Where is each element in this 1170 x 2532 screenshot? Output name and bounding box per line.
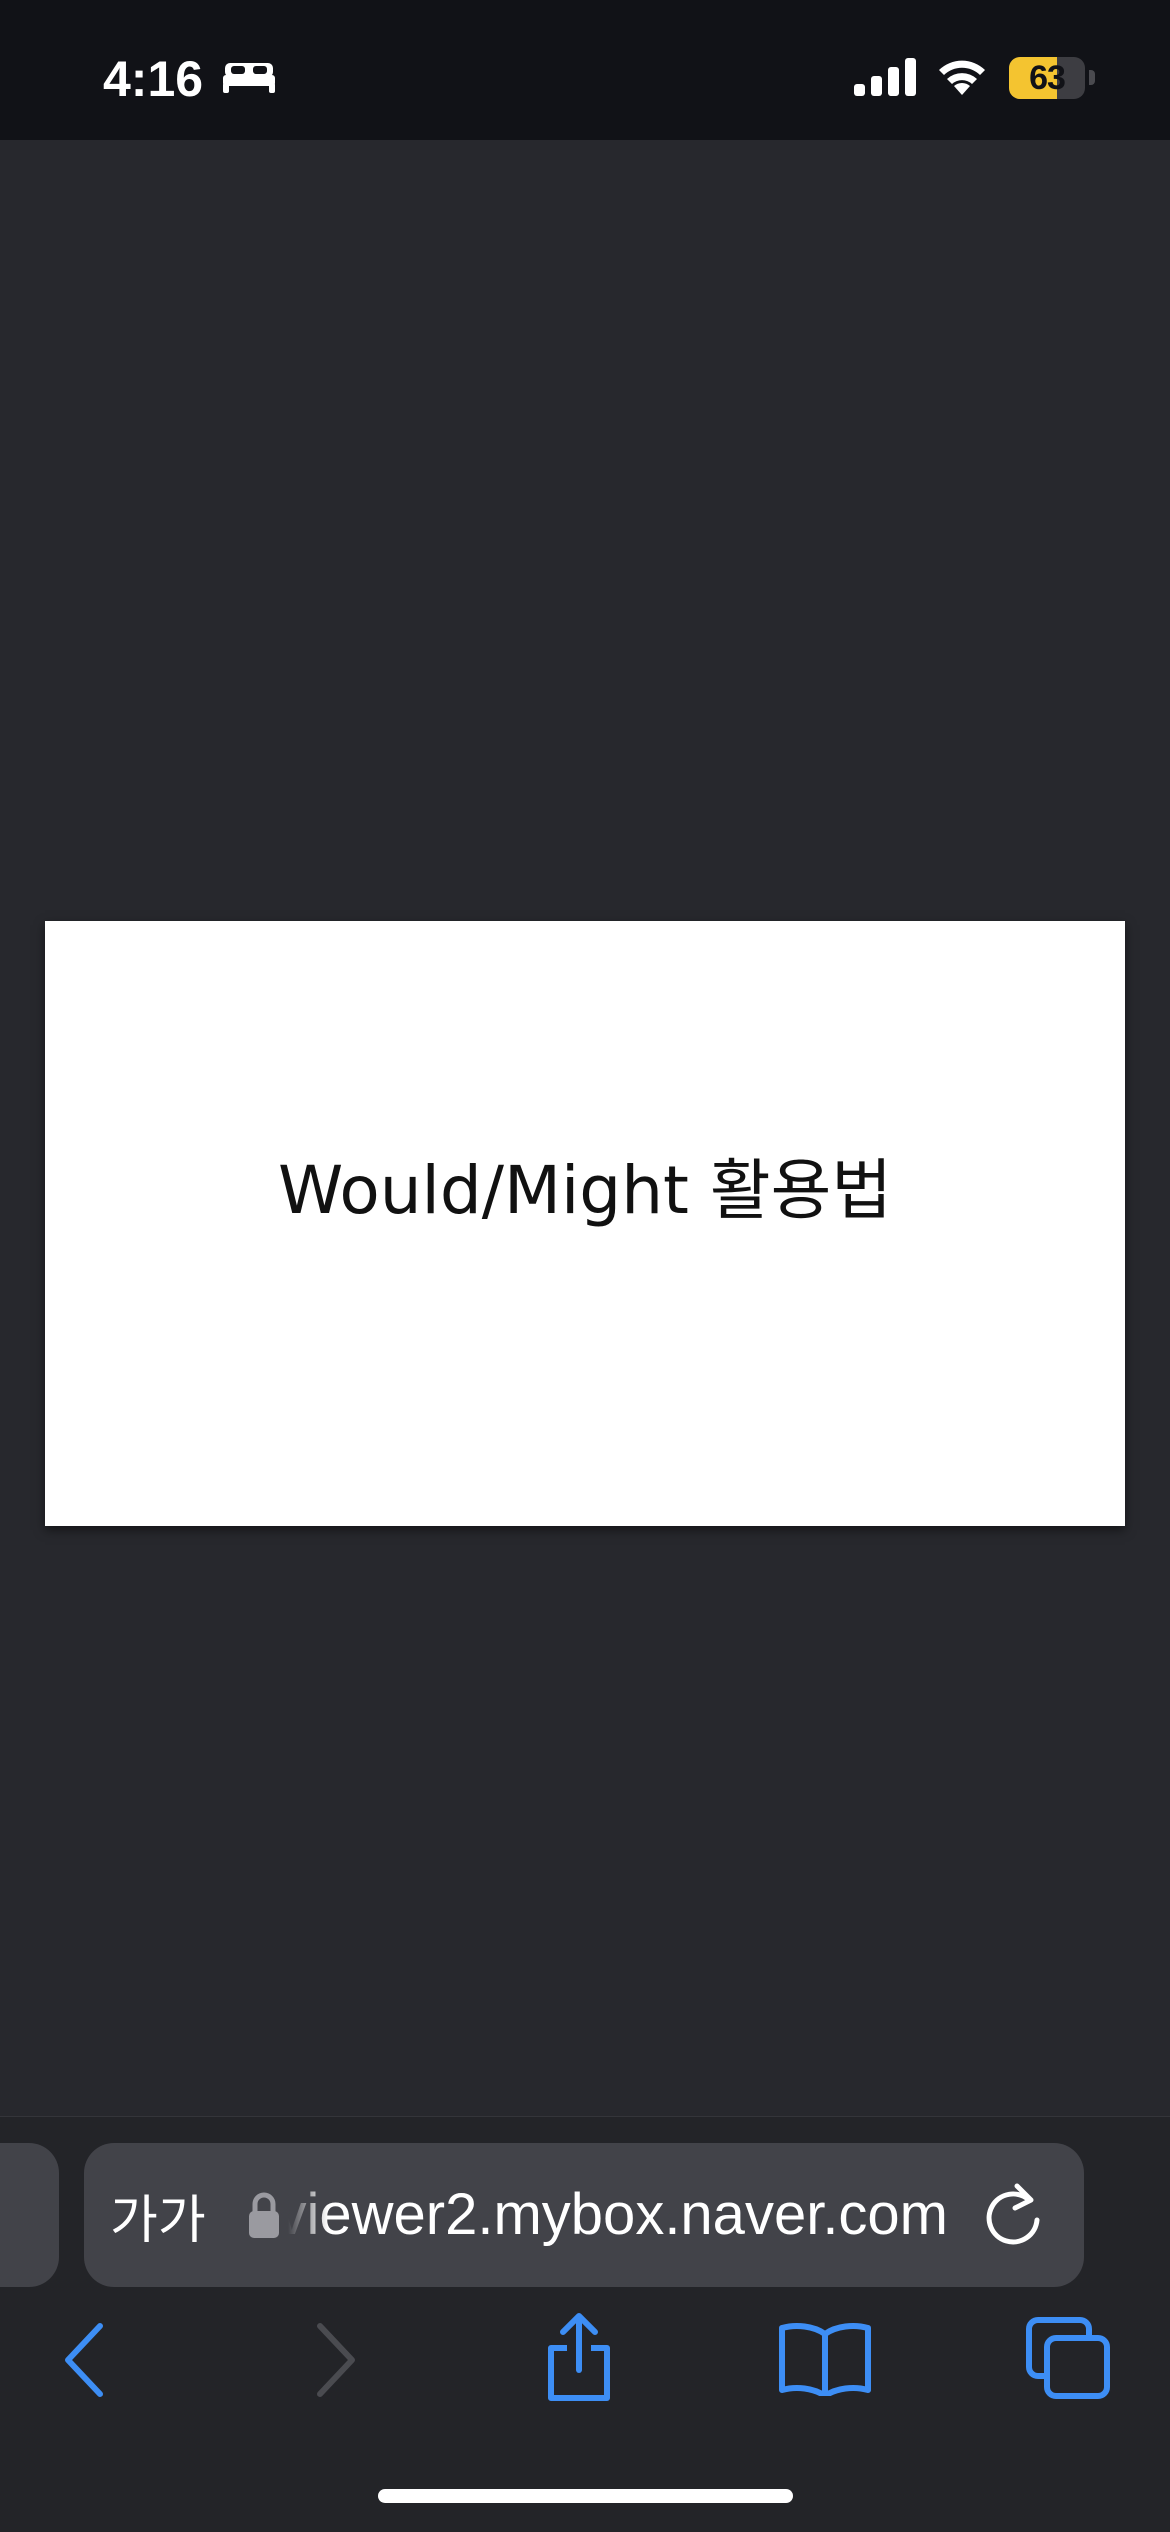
battery-nub (1089, 70, 1095, 85)
bed-icon (223, 63, 275, 93)
battery-indicator: 63 (1009, 57, 1085, 99)
safari-screen: 4:16 63 Would/Might 활용법 가가 viewer2.mybox… (0, 0, 1170, 2532)
forward-button[interactable] (312, 2322, 360, 2398)
previous-tab-preview[interactable] (0, 2143, 59, 2287)
text-size-button[interactable]: 가가 (110, 2181, 206, 2251)
back-button[interactable] (60, 2322, 108, 2398)
tabs-button[interactable] (1025, 2316, 1111, 2400)
home-indicator[interactable] (378, 2489, 793, 2503)
lock-icon (249, 2192, 279, 2238)
wifi-icon (939, 60, 985, 95)
bookmarks-button[interactable] (778, 2320, 872, 2396)
share-button[interactable] (541, 2312, 617, 2404)
status-time: 4:16 (103, 51, 204, 107)
document-slide: Would/Might 활용법 (45, 921, 1125, 1526)
url-fade (288, 2176, 328, 2254)
slide-title: Would/Might 활용법 (277, 1151, 893, 1229)
cellular-signal-icon (854, 58, 916, 96)
url-display[interactable]: viewer2.mybox.naver.com (288, 2176, 948, 2254)
status-bar: 4:16 63 (0, 0, 1170, 140)
url-text: viewer2.mybox.naver.com (288, 2182, 948, 2247)
battery-percentage: 63 (1029, 58, 1066, 97)
reload-icon[interactable] (981, 2178, 1045, 2250)
